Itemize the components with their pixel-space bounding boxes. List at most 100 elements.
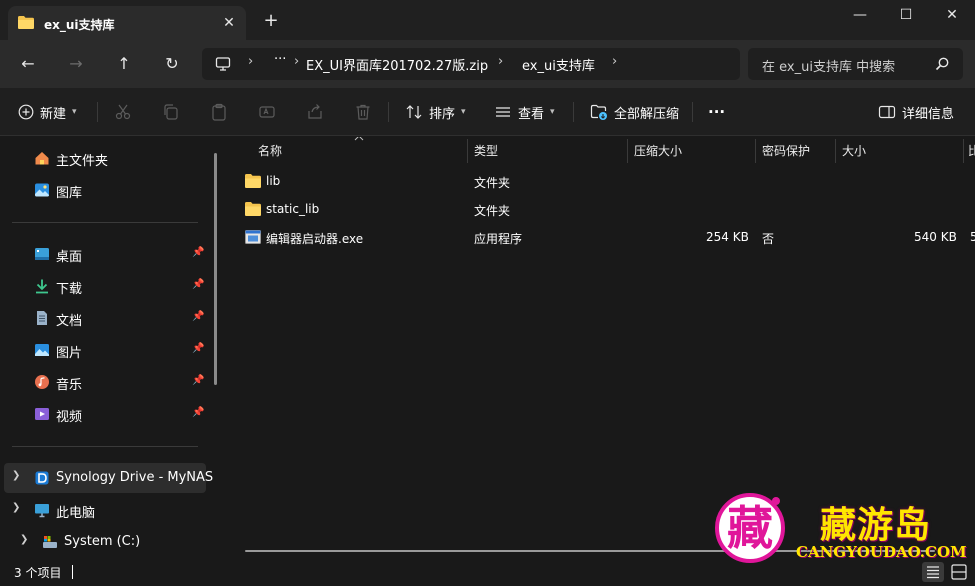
- search-input[interactable]: 在 ex_ui支持库 中搜索: [762, 56, 895, 75]
- chevron-down-icon: ▾: [72, 107, 77, 117]
- sidebar-item-home[interactable]: 主文件夹: [0, 143, 210, 173]
- pictures-icon: [35, 344, 49, 356]
- sidebar-item-desktop[interactable]: 桌面 📌: [0, 239, 210, 269]
- search-box[interactable]: 在 ex_ui支持库 中搜索: [748, 48, 963, 80]
- up-button[interactable]: ↑: [111, 52, 137, 76]
- pin-icon[interactable]: 📌: [192, 375, 204, 389]
- search-icon[interactable]: [934, 56, 950, 72]
- sidebar-item-videos[interactable]: 视频 📌: [0, 399, 210, 429]
- file-type: 应用程序: [474, 232, 523, 246]
- watermark-seal-logo: 藏: [715, 493, 785, 563]
- file-password-protected: 否: [762, 232, 775, 246]
- new-tab-button[interactable]: +: [262, 12, 280, 30]
- copy-icon: [164, 104, 178, 120]
- sort-label: 排序: [429, 106, 456, 122]
- chevron-down-icon[interactable]: ❯: [12, 502, 20, 513]
- back-button[interactable]: ←: [15, 52, 41, 76]
- sidebar-item-downloads[interactable]: 下载 📌: [0, 271, 210, 301]
- refresh-button[interactable]: ↻: [159, 52, 185, 76]
- sidebar-item-synology-drive[interactable]: ❯ Synology Drive - MyNAS: [4, 463, 213, 493]
- sidebar-item-system-c[interactable]: ❯ System (C:): [0, 527, 210, 557]
- view-button[interactable]: 查看 ▾: [494, 100, 555, 124]
- sidebar-item-label: 此电脑: [56, 506, 96, 521]
- column-header-type[interactable]: 类型: [468, 137, 626, 163]
- pin-icon[interactable]: 📌: [192, 407, 204, 421]
- paste-button[interactable]: [210, 100, 228, 124]
- extract-all-label: 全部解压缩: [614, 106, 680, 122]
- delete-button[interactable]: [354, 100, 372, 124]
- drive-icon: [43, 536, 57, 548]
- sidebar-scrollbar[interactable]: [214, 153, 217, 385]
- documents-icon: [37, 311, 47, 325]
- pin-icon[interactable]: 📌: [192, 247, 204, 261]
- extract-folder-icon: [590, 104, 607, 120]
- rename-button[interactable]: [258, 100, 276, 124]
- command-bar: 新建 ▾ 排序 ▾ 查看 ▾ 全部解压缩 ··· 详细信息: [0, 88, 975, 136]
- tiles-view-button[interactable]: [948, 562, 970, 582]
- details-view-icon: [927, 566, 939, 579]
- view-label: 查看: [518, 106, 545, 122]
- download-icon: [36, 279, 48, 294]
- tab-ex-ui[interactable]: ex_ui支持库 ✕: [8, 6, 246, 40]
- details-pane-button[interactable]: 详细信息: [878, 100, 954, 124]
- chevron-down-icon: ▾: [461, 107, 466, 117]
- sidebar-item-gallery[interactable]: 图库: [0, 175, 210, 205]
- sidebar-item-label: 下载: [56, 282, 83, 297]
- desktop-icon: [35, 248, 49, 260]
- cut-button[interactable]: [114, 100, 132, 124]
- file-explorer-window: ex_ui支持库 ✕ + — ☐ ✕ ← → ↑ ↻ › ··· › EX_UI…: [0, 0, 975, 586]
- sidebar-item-this-pc[interactable]: ❯ 此电脑: [0, 495, 210, 525]
- divider: [388, 102, 389, 122]
- extract-all-button[interactable]: 全部解压缩: [590, 100, 679, 124]
- breadcrumb-more-button[interactable]: ···: [274, 52, 286, 67]
- computer-icon: [215, 57, 231, 71]
- sidebar-item-music[interactable]: 音乐 📌: [0, 367, 210, 397]
- maximize-button[interactable]: ☐: [883, 0, 929, 32]
- breadcrumb-separator[interactable]: ›: [612, 54, 617, 69]
- title-bar: ex_ui支持库 ✕ + — ☐ ✕: [0, 0, 975, 40]
- new-button[interactable]: 新建 ▾: [18, 100, 77, 124]
- pin-icon[interactable]: 📌: [192, 343, 204, 357]
- close-button[interactable]: ✕: [929, 0, 975, 32]
- plus-circle-icon: [18, 104, 34, 120]
- more-options-button[interactable]: ···: [708, 100, 725, 124]
- copy-button[interactable]: [162, 100, 180, 124]
- details-view-button[interactable]: [922, 562, 944, 582]
- watermark-seal-char: 藏: [727, 501, 773, 555]
- table-row[interactable]: 编辑器启动器.exe 应用程序 254 KB 否 540 KB 5: [228, 223, 975, 251]
- table-row[interactable]: lib 文件夹: [228, 167, 975, 195]
- status-bar: 3 个项目: [0, 559, 975, 586]
- column-header-compressed-size[interactable]: 压缩大小: [628, 137, 754, 163]
- divider: [12, 222, 198, 223]
- address-bar[interactable]: › ··· › EX_UI界面库201702.27版.zip › ex_ui支持…: [202, 48, 740, 80]
- column-header-password[interactable]: 密码保护: [756, 137, 834, 163]
- share-button[interactable]: [306, 100, 324, 124]
- navigation-pane: 主文件夹 图库 桌面 📌 下载 📌 文档 📌 图片 📌 音乐 📌 视频 📌 ❯ …: [0, 137, 228, 559]
- breadcrumb-current[interactable]: ex_ui支持库: [522, 55, 595, 74]
- sidebar-item-documents[interactable]: 文档 📌: [0, 303, 210, 333]
- item-count: 3 个项目: [14, 566, 62, 580]
- sort-button[interactable]: 排序 ▾: [405, 100, 466, 124]
- tab-close-icon[interactable]: ✕: [220, 14, 238, 32]
- file-size: 540 KB: [914, 230, 957, 244]
- minimize-button[interactable]: —: [837, 0, 883, 32]
- column-header-name[interactable]: 名称: [252, 137, 466, 163]
- sidebar-item-label: 音乐: [56, 378, 83, 393]
- details-pane-icon: [878, 105, 896, 119]
- chevron-right-icon[interactable]: ❯: [12, 470, 20, 481]
- folder-icon: [18, 16, 34, 29]
- breadcrumb-zip[interactable]: EX_UI界面库201702.27版.zip: [306, 55, 488, 74]
- sidebar-item-pictures[interactable]: 图片 📌: [0, 335, 210, 365]
- column-header-size[interactable]: 大小: [836, 137, 962, 163]
- chevron-right-icon[interactable]: ❯: [20, 534, 28, 545]
- synology-drive-icon: [35, 471, 49, 485]
- music-icon: [35, 375, 49, 389]
- new-label: 新建: [40, 106, 67, 122]
- table-row[interactable]: static_lib 文件夹: [228, 195, 975, 223]
- rename-icon: [259, 106, 275, 118]
- executable-icon: [245, 230, 261, 244]
- column-header-ratio[interactable]: 比: [964, 137, 975, 163]
- pin-icon[interactable]: 📌: [192, 279, 204, 293]
- pin-icon[interactable]: 📌: [192, 311, 204, 325]
- forward-button[interactable]: →: [63, 52, 89, 76]
